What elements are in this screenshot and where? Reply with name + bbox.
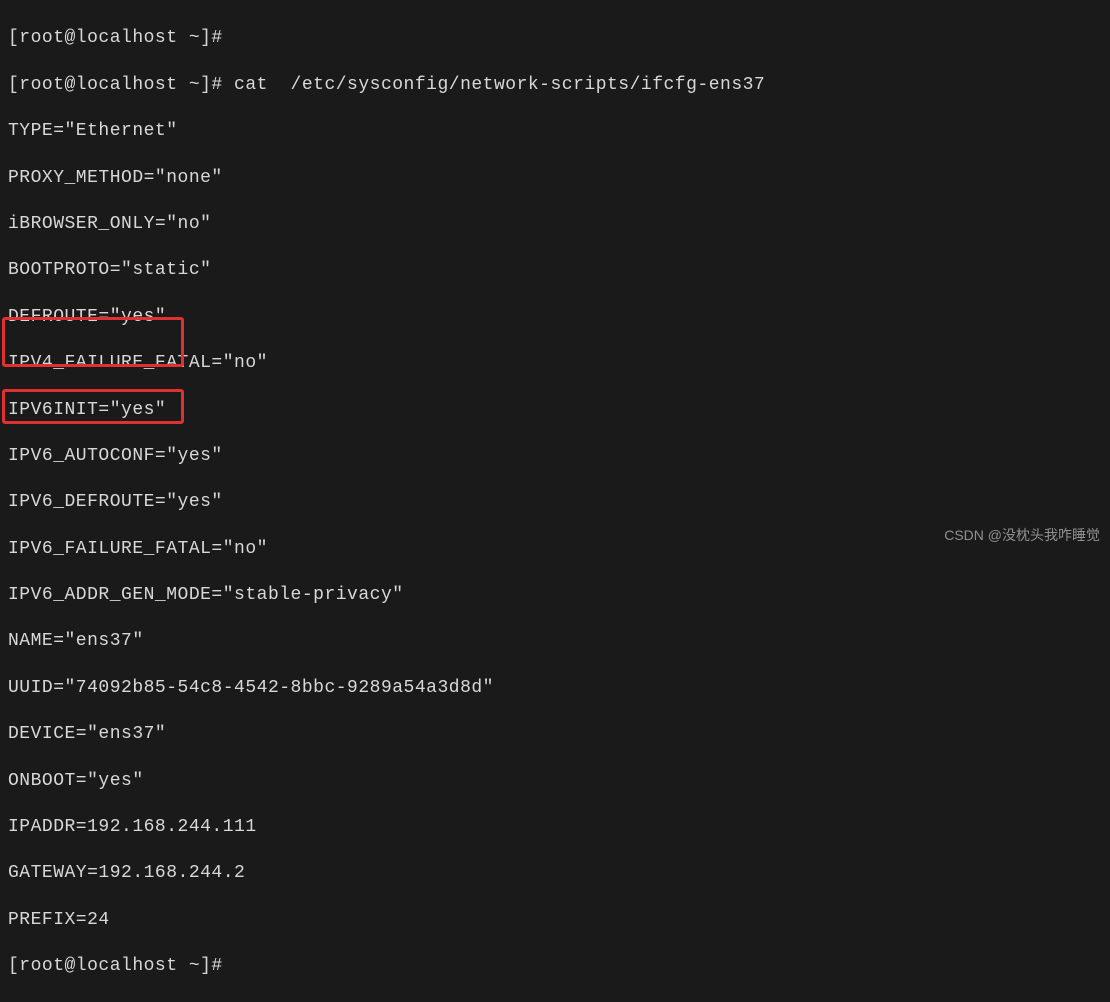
- config-prefix: PREFIX=24: [8, 909, 1102, 932]
- config-uuid: UUID="74092b85-54c8-4542-8bbc-9289a54a3d…: [8, 677, 1102, 700]
- config-ipv6-autoconf: IPV6_AUTOCONF="yes": [8, 445, 1102, 468]
- terminal-output: [root@localhost ~]# [root@localhost ~]# …: [8, 4, 1102, 1002]
- config-ipaddr: IPADDR=192.168.244.111: [8, 816, 1102, 839]
- config-ipv6-defroute: IPV6_DEFROUTE="yes": [8, 491, 1102, 514]
- config-onboot: ONBOOT="yes": [8, 770, 1102, 793]
- config-ipv6-addr-gen-mode: IPV6_ADDR_GEN_MODE="stable-privacy": [8, 584, 1102, 607]
- config-ipv6-failure-fatal: IPV6_FAILURE_FATAL="no": [8, 538, 1102, 561]
- config-gateway: GATEWAY=192.168.244.2: [8, 862, 1102, 885]
- config-ipv6init: IPV6INIT="yes": [8, 399, 1102, 422]
- config-bootproto: BOOTPROTO="static": [8, 259, 1102, 282]
- config-ipv4-failure-fatal: IPV4_FAILURE_FATAL="no": [8, 352, 1102, 375]
- config-device: DEVICE="ens37": [8, 723, 1102, 746]
- command-line[interactable]: [root@localhost ~]# cat /etc/sysconfig/n…: [8, 74, 1102, 97]
- config-name: NAME="ens37": [8, 630, 1102, 653]
- config-browser-only: iBROWSER_ONLY="no": [8, 213, 1102, 236]
- config-proxy-method: PROXY_METHOD="none": [8, 167, 1102, 190]
- config-type: TYPE="Ethernet": [8, 120, 1102, 143]
- watermark-text: CSDN @没枕头我咋睡觉: [944, 526, 1100, 544]
- prompt-line-end[interactable]: [root@localhost ~]#: [8, 955, 1102, 978]
- prompt-line[interactable]: [root@localhost ~]#: [8, 27, 1102, 50]
- config-defroute: DEFROUTE="yes": [8, 306, 1102, 329]
